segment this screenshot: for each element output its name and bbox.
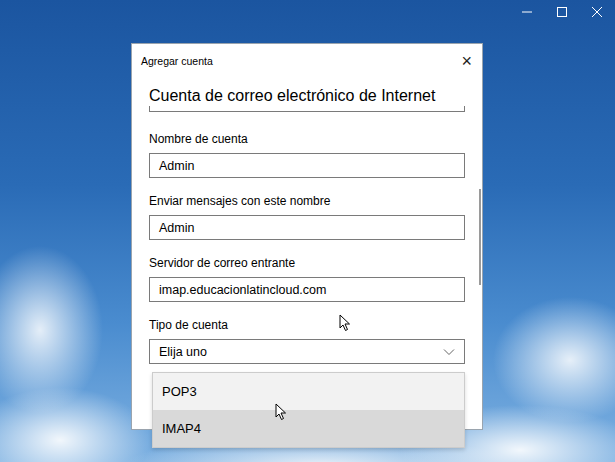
maximize-icon[interactable]	[556, 6, 568, 18]
form-field: Nombre de cuenta Admin	[149, 131, 465, 178]
field-label: Enviar mensajes con este nombre	[149, 193, 465, 209]
text-input[interactable]: Admin	[149, 153, 465, 178]
minimize-icon[interactable]	[521, 6, 533, 18]
dropdown-option[interactable]: POP3	[153, 373, 464, 410]
dialog-titlebar: Agregar cuenta ×	[132, 44, 482, 73]
field-list: Nombre de cuentaAdminEnviar mensajes con…	[149, 131, 465, 364]
text-input[interactable]: imap.educacionlatincloud.com	[149, 277, 465, 302]
dialog-content: Cuenta de correo electrónico de Internet…	[132, 73, 482, 364]
dialog-title: Agregar cuenta	[141, 55, 213, 67]
dropdown-option[interactable]: IMAP4	[153, 410, 464, 447]
text-input[interactable]: Admin	[149, 215, 465, 240]
mouse-cursor-icon	[275, 403, 287, 421]
form-field: Tipo de cuenta Elija uno	[149, 317, 465, 364]
close-window-icon[interactable]	[591, 6, 603, 18]
form-field: Enviar mensajes con este nombre Admin	[149, 193, 465, 240]
window-controls	[521, 6, 603, 18]
dialog-heading: Cuenta de correo electrónico de Internet	[149, 86, 465, 106]
mouse-cursor-icon	[339, 314, 351, 332]
desktop: Agregar cuenta × Cuenta de correo electrón…	[0, 0, 615, 462]
scrolled-field	[149, 106, 465, 112]
field-label: Tipo de cuenta	[149, 317, 465, 333]
form-field: Servidor de correo entrante imap.educacio…	[149, 255, 465, 302]
field-label: Nombre de cuenta	[149, 131, 465, 147]
scrollbar[interactable]	[479, 189, 481, 285]
chevron-down-icon	[443, 348, 455, 356]
dialog-close-button[interactable]: ×	[461, 52, 472, 70]
dropdown-list: POP3IMAP4	[152, 372, 465, 448]
select-input[interactable]: Elija uno	[149, 339, 465, 364]
field-label: Servidor de correo entrante	[149, 255, 465, 271]
